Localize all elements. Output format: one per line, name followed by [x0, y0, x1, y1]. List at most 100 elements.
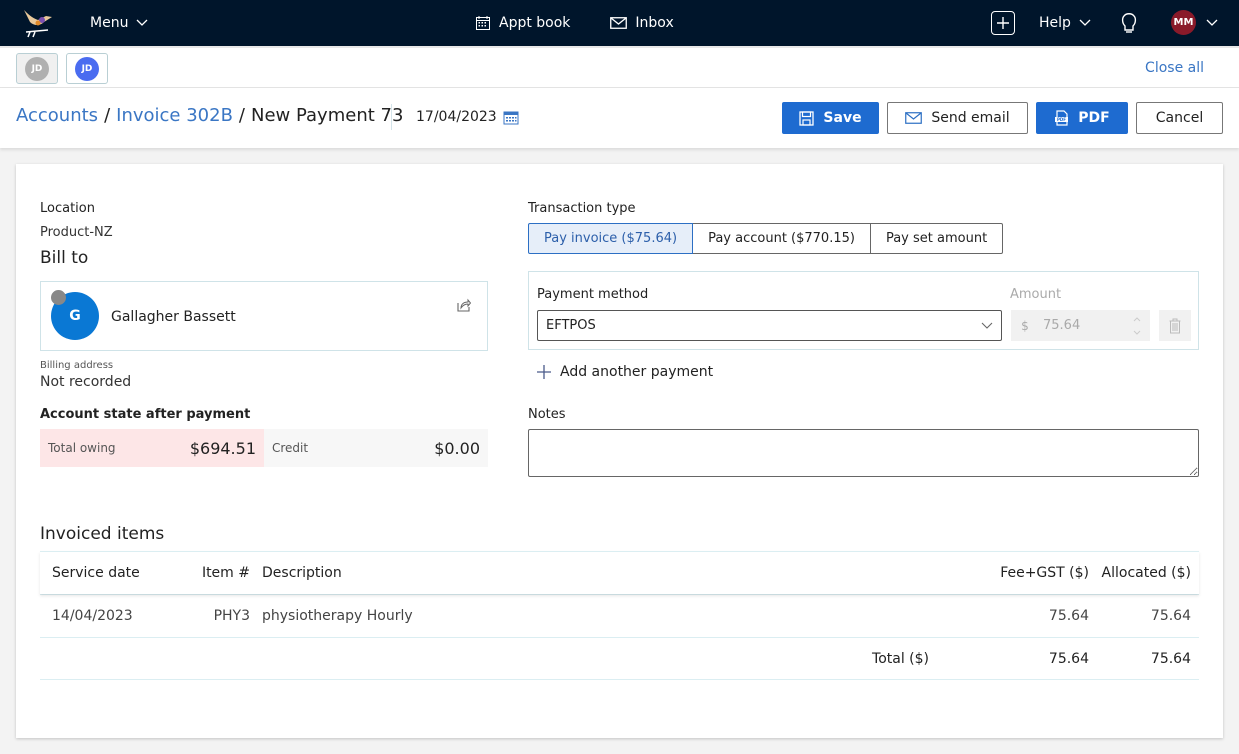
- transaction-type-toggle: Pay invoice ($75.64) Pay account ($770.1…: [528, 223, 1004, 254]
- calendar-icon: [476, 16, 490, 30]
- chevron-down-icon: [1206, 19, 1218, 26]
- add-another-payment-button[interactable]: Add another payment: [536, 364, 713, 380]
- page-title: New Payment 73: [251, 105, 404, 126]
- total-label: Total ($): [872, 650, 929, 667]
- user-avatar: MM: [1171, 10, 1196, 35]
- spinner-arrows-icon[interactable]: [1132, 313, 1142, 339]
- help-dropdown[interactable]: Help: [1039, 0, 1091, 46]
- app-logo-icon[interactable]: [18, 6, 56, 40]
- send-email-label: Send email: [931, 110, 1010, 126]
- total-allocated: 75.64: [1150, 650, 1191, 667]
- payment-form-card: Location Product-NZ Bill to G Gallagher …: [16, 164, 1223, 738]
- patient-tab-active[interactable]: JD: [66, 53, 108, 84]
- send-email-button[interactable]: Send email: [887, 102, 1028, 134]
- breadcrumb-invoice[interactable]: Invoice 302B: [116, 105, 233, 126]
- total-owing-value: $694.51: [189, 438, 256, 458]
- help-label: Help: [1039, 15, 1071, 31]
- save-label: Save: [823, 110, 862, 126]
- notes-label: Notes: [528, 407, 566, 422]
- table-row: 14/04/2023 PHY3 physiotherapy Hourly 75.…: [40, 594, 1199, 637]
- save-button[interactable]: Save: [782, 102, 879, 134]
- pdf-label: PDF: [1078, 110, 1110, 126]
- cell-fee-gst: 75.64: [1048, 608, 1089, 624]
- inbox-link[interactable]: Inbox: [610, 15, 674, 31]
- svg-text:PDF: PDF: [1057, 117, 1066, 122]
- cancel-button[interactable]: Cancel: [1136, 102, 1223, 134]
- payment-date: 17/04/2023: [416, 109, 497, 125]
- breadcrumb-separator: /: [104, 105, 111, 126]
- amount-input[interactable]: $ 75.64: [1011, 310, 1150, 341]
- total-owing-box: Total owing $694.51: [40, 429, 264, 467]
- cell-allocated: 75.64: [1150, 608, 1191, 624]
- amount-value: 75.64: [1043, 318, 1081, 333]
- col-allocated: Allocated ($): [1101, 565, 1191, 581]
- credit-box: Credit $0.00: [264, 429, 488, 467]
- plus-icon: [997, 17, 1009, 29]
- invoiced-items-table: Service date Item # Description Fee+GST …: [40, 551, 1199, 680]
- col-item-number: Item #: [201, 565, 250, 581]
- share-icon[interactable]: [457, 298, 471, 312]
- chevron-down-icon: [981, 322, 993, 329]
- pay-account-option[interactable]: Pay account ($770.15): [693, 223, 871, 254]
- calendar-icon: [503, 111, 519, 124]
- location-label: Location: [40, 201, 95, 216]
- close-all-link[interactable]: Close all: [1145, 60, 1204, 76]
- pay-invoice-option[interactable]: Pay invoice ($75.64): [528, 223, 694, 254]
- open-tabs-bar: JD JD Close all: [0, 46, 1239, 88]
- currency-symbol: $: [1021, 318, 1029, 333]
- envelope-icon: [610, 17, 628, 29]
- save-icon: [799, 110, 815, 126]
- notes-textarea[interactable]: [528, 429, 1199, 477]
- breadcrumb-accounts[interactable]: Accounts: [16, 105, 98, 126]
- payment-date-picker[interactable]: 17/04/2023: [416, 109, 519, 125]
- trash-icon: [1169, 318, 1181, 333]
- cell-item-number: PHY3: [213, 608, 250, 624]
- bill-to-heading: Bill to: [40, 248, 89, 268]
- transaction-type-label: Transaction type: [528, 201, 636, 216]
- col-fee-gst: Fee+GST ($): [1000, 565, 1089, 581]
- tab-avatar: JD: [75, 56, 99, 81]
- plus-icon: [537, 365, 551, 379]
- payment-row: Payment method Amount EFTPOS $ 75.64: [528, 271, 1199, 350]
- billing-address-label: Billing address: [40, 360, 114, 371]
- patient-tab[interactable]: JD: [16, 53, 58, 84]
- breadcrumb-separator: /: [238, 105, 245, 126]
- credit-value: $0.00: [434, 438, 480, 458]
- col-description: Description: [262, 565, 342, 581]
- header-divider: [391, 104, 392, 130]
- breadcrumb: Accounts / Invoice 302B / New Payment 73: [16, 105, 403, 126]
- tab-avatar: JD: [25, 56, 49, 81]
- bill-to-card[interactable]: G Gallagher Bassett: [40, 281, 488, 351]
- top-navigation: Menu Appt book Inbox Help MM: [0, 0, 1239, 46]
- envelope-icon: [905, 112, 923, 124]
- status-dot: [51, 290, 66, 305]
- inbox-label: Inbox: [635, 15, 674, 31]
- cancel-label: Cancel: [1155, 110, 1204, 126]
- account-state-summary: Total owing $694.51 Credit $0.00: [40, 429, 488, 467]
- account-state-heading: Account state after payment: [40, 407, 251, 422]
- add-payment-label: Add another payment: [560, 364, 714, 380]
- menu-dropdown[interactable]: Menu: [90, 0, 148, 46]
- chevron-down-icon: [1079, 19, 1091, 26]
- user-menu[interactable]: MM: [1171, 10, 1218, 35]
- table-total-row: Total ($) 75.64 75.64: [40, 637, 1199, 680]
- delete-payment-button[interactable]: [1159, 310, 1191, 341]
- cell-service-date: 14/04/2023: [52, 608, 133, 624]
- menu-label: Menu: [90, 15, 129, 31]
- col-service-date: Service date: [52, 565, 140, 581]
- bill-to-name: Gallagher Bassett: [111, 309, 236, 325]
- credit-label: Credit: [272, 441, 309, 455]
- add-new-button[interactable]: [991, 11, 1015, 35]
- location-value: Product-NZ: [40, 225, 113, 240]
- lightbulb-icon[interactable]: [1121, 12, 1137, 34]
- cell-description: physiotherapy Hourly: [262, 608, 413, 624]
- page-header: Accounts / Invoice 302B / New Payment 73…: [0, 88, 1239, 148]
- table-header-row: Service date Item # Description Fee+GST …: [40, 551, 1199, 594]
- pdf-button[interactable]: PDF PDF: [1036, 102, 1128, 134]
- appt-book-link[interactable]: Appt book: [475, 15, 570, 31]
- pdf-icon: PDF: [1055, 110, 1069, 126]
- payment-method-select[interactable]: EFTPOS: [537, 310, 1002, 341]
- total-fee: 75.64: [1048, 650, 1089, 667]
- total-owing-label: Total owing: [48, 441, 116, 455]
- pay-set-amount-option[interactable]: Pay set amount: [870, 223, 1004, 254]
